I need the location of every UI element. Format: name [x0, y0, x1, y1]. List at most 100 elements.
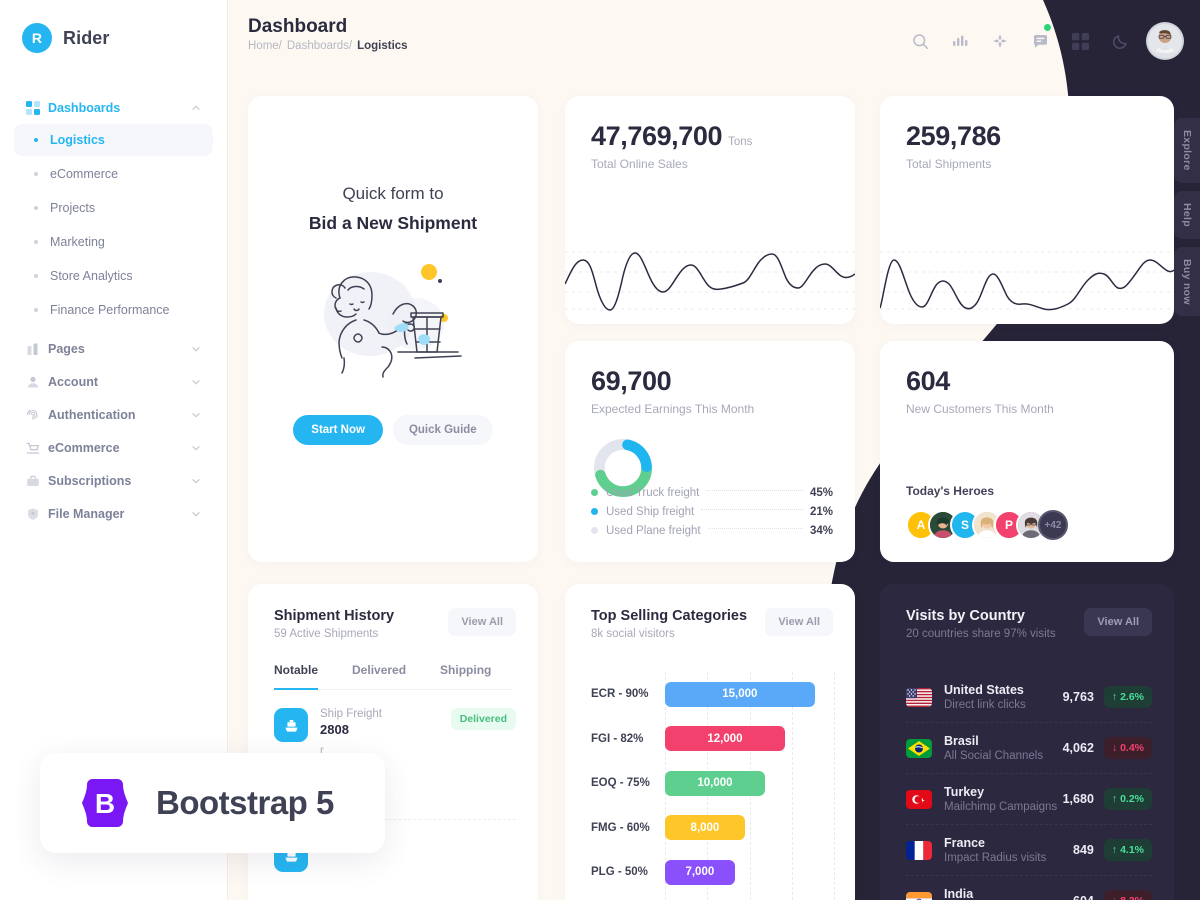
total-online-sales-label: Total Online Sales	[591, 157, 688, 171]
country-row[interactable]: Brasil All Social Channels 4,062 ↓ 0.4%	[906, 723, 1152, 773]
app-root: R Rider Dashboards Logistics eCommerce P…	[0, 0, 1200, 900]
tab-delivered[interactable]: Delivered	[352, 663, 406, 690]
sidebar-nav: Dashboards Logistics eCommerce Projects	[0, 91, 227, 530]
sparkle-icon[interactable]	[980, 24, 1020, 58]
chat-icon[interactable]	[1020, 24, 1060, 58]
brand-name: Rider	[63, 27, 110, 48]
start-now-button[interactable]: Start Now	[293, 415, 383, 445]
sidebar-item-subscriptions[interactable]: Subscriptions	[14, 464, 213, 497]
country-name: Turkey	[944, 785, 985, 799]
legend-row: Used Ship freight 21%	[591, 502, 833, 521]
status-badge: Delivered	[450, 708, 516, 730]
grid-icon	[26, 100, 48, 115]
country-visits: 604	[1073, 894, 1094, 900]
brand-logo[interactable]: R Rider	[0, 0, 227, 53]
bar-row: EOQ - 75% 10,000	[591, 761, 835, 806]
country-row[interactable]: India Many Sources 604 ↓ 8.3%	[906, 876, 1152, 900]
sidebar-item-projects[interactable]: Projects	[14, 192, 213, 224]
new-customers-value: 604	[906, 366, 950, 396]
visits-view-all-button[interactable]: View All	[1084, 608, 1152, 636]
sidebar-item-marketing[interactable]: Marketing	[14, 226, 213, 258]
breadcrumb: Home/ Dashboards/ Logistics	[248, 40, 408, 52]
legend-value-ship: 21%	[809, 505, 833, 518]
shipment-history-title: Shipment History	[274, 608, 395, 624]
country-name: France	[944, 836, 985, 850]
top-selling-categories-card: Top Selling Categories 8k social visitor…	[565, 584, 855, 900]
country-text: Turkey Mailchimp Campaigns	[944, 785, 1063, 813]
legend-label-truck: Used Truck freight	[606, 486, 700, 499]
shipment-type: Ship Freight	[320, 708, 383, 720]
bar-value-fgi: 12,000	[665, 726, 785, 752]
sidebar-item-ecommerce-dash[interactable]: eCommerce	[14, 158, 213, 190]
avatar-more-count[interactable]: +42	[1038, 510, 1068, 540]
chevron-up-icon	[191, 103, 201, 113]
bullet-icon	[34, 274, 50, 278]
sidebar-item-authentication[interactable]: Authentication	[14, 398, 213, 431]
edge-tab-help[interactable]: Help	[1174, 190, 1200, 239]
country-source: Direct link clicks	[944, 699, 1026, 711]
sidebar-item-dashboards[interactable]: Dashboards	[14, 91, 213, 124]
cart-icon	[26, 441, 48, 455]
legend-value-plane: 34%	[809, 524, 833, 537]
expected-earnings-card: 69,700 Expected Earnings This Month Used…	[565, 341, 855, 562]
apps-grid-icon[interactable]	[1060, 24, 1100, 58]
top-categories-view-all-button[interactable]: View All	[765, 608, 833, 636]
sidebar-item-finance-performance[interactable]: Finance Performance	[14, 294, 213, 326]
quick-guide-button[interactable]: Quick Guide	[392, 415, 493, 445]
edge-tab-buy-now[interactable]: Buy now	[1174, 246, 1200, 317]
total-online-sales-card: 47,769,700 Tons Total Online Sales	[565, 96, 855, 324]
country-row[interactable]: Turkey Mailchimp Campaigns 1,680 ↑ 0.2%	[906, 774, 1152, 824]
country-delta-value: 0.2%	[1120, 793, 1144, 805]
bootstrap-badge: B Bootstrap 5	[40, 753, 385, 853]
shipment-history-tabs: Notable Delivered Shipping	[274, 662, 512, 690]
bar-row: PLG - 50% 7,000	[591, 850, 835, 895]
tab-notable[interactable]: Notable	[274, 663, 319, 690]
bar-value-ecr: 15,000	[665, 681, 815, 707]
shipments-sparkline-chart	[880, 251, 1174, 311]
sidebar-item-account[interactable]: Account	[14, 365, 213, 398]
search-icon[interactable]	[900, 24, 940, 58]
sidebar-item-logistics[interactable]: Logistics	[14, 124, 213, 156]
sidebar-label-logistics: Logistics	[50, 133, 105, 147]
country-name: Brasil	[944, 734, 979, 748]
todays-heroes-avatars: A S P +42	[906, 510, 1068, 540]
sidebar-item-ecommerce[interactable]: eCommerce	[14, 431, 213, 464]
fingerprint-icon	[26, 408, 48, 422]
stat-header: 47,769,700 Tons	[565, 96, 855, 152]
sidebar-label-marketing: Marketing	[50, 235, 105, 249]
sidebar-item-file-manager[interactable]: File Manager	[14, 497, 213, 530]
legend-label-ship: Used Ship freight	[606, 505, 695, 518]
breadcrumb-dashboards[interactable]: Dashboards/	[287, 40, 352, 52]
country-row[interactable]: United States Direct link clicks 9,763 ↑…	[906, 672, 1152, 722]
quick-form-actions: Start Now Quick Guide	[248, 415, 538, 445]
new-customers-card: 604 New Customers This Month Today's Her…	[880, 341, 1174, 562]
sidebar-label-ecommerce-dash: eCommerce	[50, 167, 119, 181]
country-visits: 4,062	[1062, 741, 1094, 755]
moon-icon[interactable]	[1100, 24, 1140, 58]
country-delta-badge: ↑ 4.1%	[1103, 839, 1152, 861]
bar-value-fmg: 8,000	[665, 815, 745, 841]
bar-track: 7,000	[665, 850, 835, 895]
total-online-sales-value: 47,769,700	[591, 121, 723, 151]
quick-form-card: Quick form to Bid a New Shipment Start N…	[248, 96, 538, 562]
tab-shipping[interactable]: Shipping	[440, 663, 491, 690]
edge-tab-explore[interactable]: Explore	[1174, 118, 1200, 183]
quick-form-line2: Bid a New Shipment	[308, 213, 478, 233]
country-delta-value: 4.1%	[1120, 844, 1144, 856]
breadcrumb-current: Logistics	[357, 40, 408, 52]
avatar[interactable]	[1146, 22, 1184, 60]
country-row[interactable]: France Impact Radius visits 849 ↑ 4.1%	[906, 825, 1152, 875]
sidebar-item-store-analytics[interactable]: Store Analytics	[14, 260, 213, 292]
quick-form-illustration	[248, 252, 538, 387]
bullet-icon	[34, 172, 50, 176]
legend-dot-truck	[591, 489, 598, 496]
country-visits: 9,763	[1062, 690, 1094, 704]
sidebar-item-pages[interactable]: Pages	[14, 332, 213, 365]
sidebar-label-store-analytics: Store Analytics	[50, 269, 133, 283]
sidebar-label-authentication: Authentication	[48, 407, 136, 422]
shipment-history-view-all-button[interactable]: View All	[448, 608, 516, 636]
chart-bars-icon[interactable]	[940, 24, 980, 58]
breadcrumb-home[interactable]: Home/	[248, 40, 282, 52]
bar-track: 15,000	[665, 672, 835, 717]
top-header: Dashboard Home/ Dashboards/ Logistics	[228, 0, 1200, 76]
